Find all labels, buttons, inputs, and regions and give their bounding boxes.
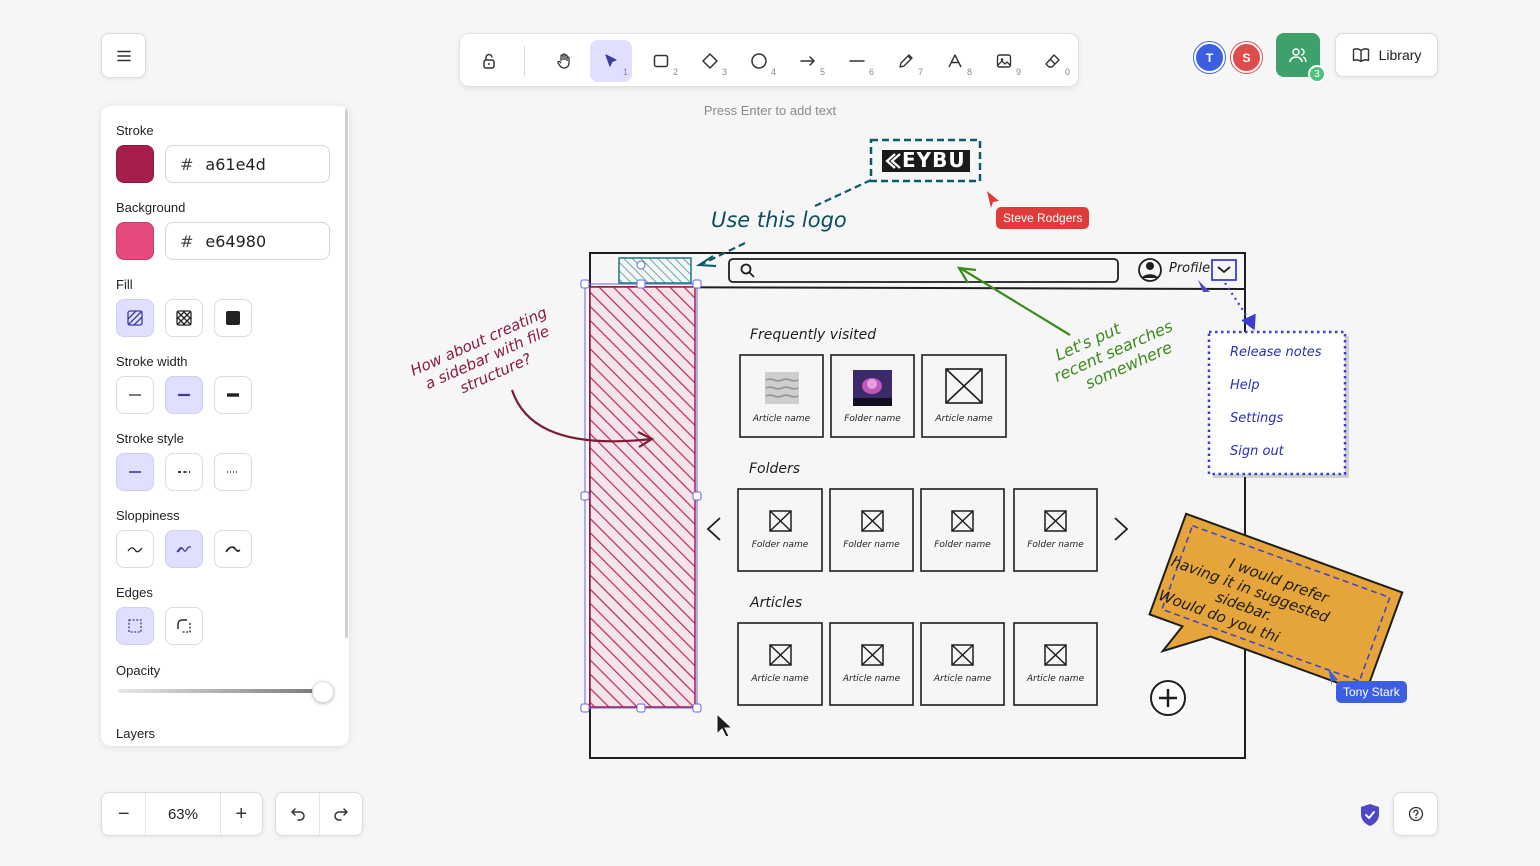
- card-label: Article name: [933, 674, 992, 684]
- dropdown-connector-arrowhead: [1241, 313, 1256, 331]
- dropdown-item-sign-out[interactable]: Sign out: [1230, 444, 1284, 459]
- cursor-label-tony: Tony Stark: [1336, 681, 1407, 703]
- folder-cards[interactable]: [737, 488, 1098, 572]
- card-label: Article name: [935, 414, 993, 424]
- dropdown-item-help[interactable]: Help: [1230, 378, 1260, 393]
- profile-dropdown-toggle[interactable]: [1211, 259, 1237, 281]
- section-title-folders: Folders: [749, 461, 801, 477]
- card-label: Folder name: [751, 540, 809, 550]
- search-icon-handle: [748, 271, 755, 278]
- proposed-sidebar[interactable]: [589, 286, 696, 708]
- section-title-frequent: Frequently visited: [750, 327, 877, 343]
- article-thumbnail-texture: [765, 372, 799, 404]
- folder-placeholder-icons: [769, 510, 1067, 532]
- carousel-prev-arrow[interactable]: [706, 517, 721, 541]
- card-label: Article name: [842, 674, 901, 684]
- mouse-pointer-icon: [716, 712, 734, 738]
- search-bar[interactable]: [728, 258, 1119, 283]
- folder-thumbnail-flower: [853, 370, 892, 406]
- logo-placeholder[interactable]: [618, 257, 692, 284]
- article-cards[interactable]: [737, 622, 1098, 706]
- keybu-logo-text: EYBU: [902, 148, 966, 172]
- cursor-label-steve: Steve Rodgers: [996, 207, 1090, 229]
- logo-connector: [814, 179, 872, 207]
- section-title-articles: Articles: [750, 595, 803, 611]
- card-label: Article name: [1026, 674, 1085, 684]
- card-label: Folder name: [843, 540, 900, 550]
- chevron-down-icon: [1217, 266, 1231, 274]
- dropdown-item-settings[interactable]: Settings: [1230, 411, 1283, 426]
- dropdown-item-release-notes[interactable]: Release notes: [1230, 345, 1322, 360]
- card-label: Folder name: [844, 414, 901, 424]
- profile-label: Profile: [1169, 261, 1211, 276]
- canvas-drawing[interactable]: [0, 0, 1540, 866]
- card-label: Article name: [752, 414, 811, 424]
- search-icon: [740, 263, 752, 275]
- steve-cursor-icon: [987, 191, 999, 208]
- card-label: Folder name: [934, 540, 991, 550]
- profile-avatar-head: [1146, 262, 1154, 270]
- card-label: Article name: [751, 674, 809, 684]
- article-placeholder-icons: [769, 644, 1067, 666]
- card-label: Folder name: [1027, 540, 1084, 550]
- image-placeholder-icon: [945, 368, 983, 404]
- use-this-logo-note[interactable]: Use this logo: [711, 208, 847, 232]
- carousel-next-arrow[interactable]: [1114, 517, 1129, 541]
